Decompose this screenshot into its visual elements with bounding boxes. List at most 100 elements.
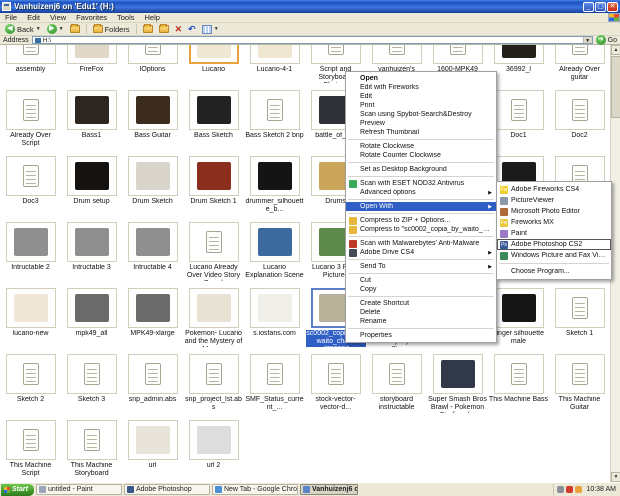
context-menu-item-open[interactable]: Open — [346, 74, 496, 83]
file-item[interactable]: url — [122, 418, 183, 482]
file-item[interactable]: stock-vector-vector-d... — [305, 352, 366, 418]
file-item[interactable]: lucario-new — [0, 286, 61, 352]
folders-button[interactable]: Folders — [91, 24, 132, 34]
file-item[interactable]: This Machine Guitar — [549, 352, 610, 418]
context-menu-item-properties[interactable]: Properties — [346, 331, 496, 340]
file-item[interactable]: snp_admin.abs — [122, 352, 183, 418]
scroll-up-icon[interactable]: ▲ — [611, 45, 620, 55]
scroll-down-icon[interactable]: ▼ — [611, 472, 620, 482]
up-button[interactable] — [68, 24, 82, 33]
file-item[interactable]: IOptions — [122, 45, 183, 88]
file-item[interactable]: Sketch 2 — [0, 352, 61, 418]
context-menu-item-advanced-options[interactable]: Advanced options ▶ — [346, 188, 496, 197]
context-menu-item-set-as-desktop-background[interactable]: Set as Desktop Background — [346, 165, 496, 174]
file-item[interactable]: 36992_l — [488, 45, 549, 88]
file-item[interactable]: Sketch 1 — [549, 286, 610, 352]
file-item[interactable]: Pokemon- Lucario and the Mystery of Mew.… — [183, 286, 244, 352]
file-item[interactable]: FireFox — [61, 45, 122, 88]
views-button[interactable]: ▼ — [200, 24, 221, 34]
scrollbar-thumb[interactable] — [611, 56, 620, 118]
context-menu-item-rotate-counter-clockwise[interactable]: Rotate Counter Clockwise — [346, 151, 496, 160]
back-dropdown-icon[interactable]: ▼ — [36, 26, 41, 32]
forward-dropdown-icon[interactable]: ▼ — [59, 26, 64, 32]
maximize-button[interactable]: ▢ — [595, 1, 606, 12]
context-menu-item-delete[interactable]: Delete — [346, 308, 496, 317]
open-with-item-adobe-photoshop-cs2[interactable]: Ps Adobe Photoshop CS2 — [497, 239, 611, 250]
taskbar-task-untitled-paint[interactable]: untitled - Paint — [35, 484, 122, 495]
file-item[interactable]: singer silhouette male — [488, 286, 549, 352]
tray-icon-3[interactable] — [575, 486, 583, 493]
file-item[interactable]: Doc3 — [0, 154, 61, 220]
forward-button[interactable]: ▶ ▼ — [45, 24, 66, 34]
context-menu-item-print[interactable]: Print — [346, 101, 496, 110]
move-to-button[interactable] — [141, 24, 155, 33]
context-menu-item-edit-with-fireworks[interactable]: Edit with Fireworks — [346, 83, 496, 92]
file-item[interactable]: Intructable 2 — [0, 220, 61, 286]
context-menu-item-send-to[interactable]: Send To ▶ — [346, 262, 496, 271]
file-item[interactable]: Lucario Already Over Video Story Board — [183, 220, 244, 286]
file-item[interactable]: drummer_silhouette_b... — [244, 154, 305, 220]
file-item[interactable]: This Machine Bass — [488, 352, 549, 418]
taskbar-task-vanhuizenj6-on-edu1[interactable]: Vanhuizenj6 on 'Edu1'... — [299, 484, 358, 495]
menubar-item-help[interactable]: Help — [140, 13, 165, 22]
file-item[interactable]: mpk49_all — [61, 286, 122, 352]
file-item[interactable]: assembly — [0, 45, 61, 88]
context-menu-item-scan-with-eset-nod32-antivirus[interactable]: Scan with ESET NOD32 Antivirus — [346, 179, 496, 188]
start-button[interactable]: Start — [1, 483, 34, 496]
file-item[interactable]: Intructable 4 — [122, 220, 183, 286]
open-with-item-choose-program[interactable]: Choose Program... — [497, 266, 611, 277]
copy-to-button[interactable] — [157, 24, 171, 33]
file-item[interactable]: Super Smash Bros Brawl - Pokemon Stadium… — [427, 352, 488, 418]
file-item[interactable]: Lucario — [183, 45, 244, 88]
open-with-item-paint[interactable]: Paint — [497, 228, 611, 239]
file-item[interactable]: Already Over guitar — [549, 45, 610, 88]
context-menu-item-compress-to-sc0002-copia-by-wa[interactable]: Compress to "sc0002_copia_by_waito_chan-… — [346, 225, 496, 234]
context-menu-item-create-shortcut[interactable]: Create Shortcut — [346, 299, 496, 308]
file-item[interactable]: MPK49-xlarge — [122, 286, 183, 352]
tray-icon-1[interactable] — [557, 486, 565, 493]
file-item[interactable]: Sketch 3 — [61, 352, 122, 418]
minimize-button[interactable]: _ — [583, 1, 594, 12]
file-item[interactable]: s.iosfans.com — [244, 286, 305, 352]
file-item[interactable]: Drum Sketch — [122, 154, 183, 220]
file-item[interactable]: Intructable 3 — [61, 220, 122, 286]
file-item[interactable]: Drum Sketch 1 — [183, 154, 244, 220]
file-item[interactable]: Bass Guitar — [122, 88, 183, 154]
open-with-item-adobe-fireworks-cs4[interactable]: Fw Adobe Fireworks CS4 — [497, 184, 611, 195]
context-menu-item-cut[interactable]: Cut — [346, 276, 496, 285]
context-menu-item-rotate-clockwise[interactable]: Rotate Clockwise — [346, 142, 496, 151]
taskbar-task-new-tab-google-chrome[interactable]: New Tab - Google Chrome — [211, 484, 298, 495]
context-menu-item-adobe-drive-cs4[interactable]: Adobe Drive CS4 ▶ — [346, 248, 496, 257]
open-with-item-fireworks-mx[interactable]: Fw Fireworks MX — [497, 217, 611, 228]
file-item[interactable]: url 2 — [183, 418, 244, 482]
file-item[interactable]: Lucario-4-1 — [244, 45, 305, 88]
go-button[interactable]: ➜ Go — [595, 35, 617, 45]
delete-button[interactable]: ✕ — [173, 24, 185, 35]
file-item[interactable]: Lucario Explanation Scene — [244, 220, 305, 286]
file-item[interactable]: Doc1 — [488, 88, 549, 154]
file-item[interactable]: Bass1 — [61, 88, 122, 154]
back-button[interactable]: ◀ Back ▼ — [3, 24, 43, 34]
open-with-item-windows-picture-and-fax-viewer[interactable]: Windows Picture and Fax Viewer — [497, 250, 611, 261]
menubar-item-edit[interactable]: Edit — [22, 13, 45, 22]
context-menu-item-compress-to-zip-options[interactable]: Compress to ZIP + Options... — [346, 216, 496, 225]
address-input[interactable]: H:\ ▼ — [31, 36, 593, 44]
menubar-item-favorites[interactable]: Favorites — [71, 13, 112, 22]
context-menu-item-open-with[interactable]: Open With ▶ — [346, 202, 496, 211]
open-with-item-microsoft-photo-editor[interactable]: Microsoft Photo Editor — [497, 206, 611, 217]
context-menu-item-copy[interactable]: Copy — [346, 285, 496, 294]
file-item[interactable]: storyboard instructable — [366, 352, 427, 418]
taskbar-task-adobe-photoshop[interactable]: Adobe Photoshop — [123, 484, 210, 495]
file-item[interactable]: SMF_Status_current_... — [244, 352, 305, 418]
views-dropdown-icon[interactable]: ▼ — [214, 26, 219, 32]
tray-icon-2[interactable] — [566, 486, 574, 493]
context-menu-item-rename[interactable]: Rename — [346, 317, 496, 326]
file-item[interactable]: Doc2 — [549, 88, 610, 154]
context-menu-item-preview[interactable]: Preview — [346, 119, 496, 128]
file-item[interactable]: This Machine Script — [0, 418, 61, 482]
open-with-item-pictureviewer[interactable]: PictureViewer — [497, 195, 611, 206]
close-button[interactable]: ✕ — [607, 1, 618, 12]
address-dropdown-icon[interactable]: ▼ — [582, 37, 592, 44]
context-menu-item-scan-with-malwarebytes-anti-ma[interactable]: Scan with Malwarebytes' Anti-Malware — [346, 239, 496, 248]
file-item[interactable]: Bass Sketch 2 bnp — [244, 88, 305, 154]
